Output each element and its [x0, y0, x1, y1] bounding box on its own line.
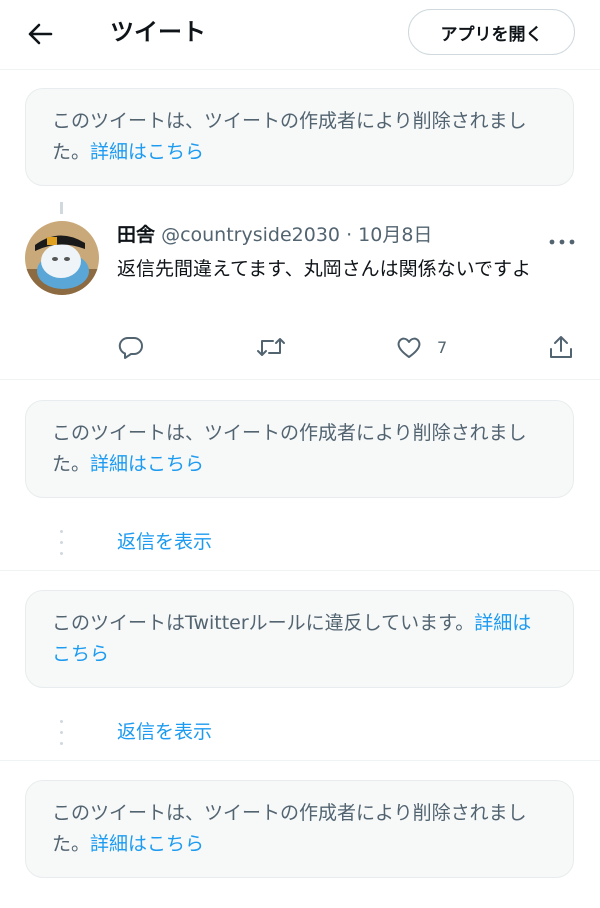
- thread-dots: [60, 720, 64, 750]
- deleted-tweet-notice: このツイートは、ツイートの作成者により削除されました。詳細はこちら: [25, 400, 574, 498]
- top-bar: ツイート アプリを開く: [0, 0, 600, 70]
- more-icon: [549, 239, 575, 245]
- show-replies-link[interactable]: 返信を表示: [117, 529, 212, 555]
- reply-icon: [118, 336, 143, 359]
- like-count: 7: [437, 337, 448, 357]
- back-button[interactable]: [24, 18, 56, 50]
- share-button[interactable]: [547, 332, 575, 362]
- show-replies-link[interactable]: 返信を表示: [117, 719, 212, 745]
- deleted-tweet-notice: このツイートは、ツイートの作成者により削除されました。詳細はこちら: [25, 88, 574, 186]
- rules-violation-notice: このツイートはTwitterルールに違反しています。詳細はこちら: [25, 590, 574, 688]
- like-button[interactable]: 7: [395, 332, 447, 362]
- more-options-button[interactable]: [548, 232, 576, 245]
- tweet-header: 田舎 @countryside2030 · 10月8日: [117, 222, 432, 248]
- learn-more-link[interactable]: 詳細はこちら: [90, 141, 204, 163]
- display-name[interactable]: 田舎: [117, 224, 155, 246]
- deleted-tweet-notice: このツイートは、ツイートの作成者により削除されました。詳細はこちら: [25, 780, 574, 878]
- learn-more-link[interactable]: 詳細はこちら: [90, 453, 204, 475]
- divider: [0, 760, 600, 761]
- share-icon: [550, 336, 572, 358]
- tweet-text: 返信先間違えてます、丸岡さんは関係ないですよ: [117, 258, 532, 280]
- divider: [0, 570, 600, 571]
- retweet-button[interactable]: [255, 332, 287, 362]
- separator-dot: ·: [346, 224, 353, 246]
- avatar[interactable]: [25, 221, 99, 295]
- open-app-button[interactable]: アプリを開く: [408, 9, 575, 55]
- reply-button[interactable]: [117, 332, 145, 362]
- avatar-image-icon: [25, 221, 99, 295]
- arrow-left-icon: [28, 23, 53, 45]
- notice-text: このツイートはTwitterルールに違反しています。: [52, 612, 475, 634]
- tweet-actions: 7: [0, 332, 600, 362]
- tweet[interactable]: 田舎 @countryside2030 · 10月8日 返信先間違えてます、丸岡…: [0, 210, 600, 380]
- learn-more-link[interactable]: 詳細はこちら: [90, 833, 204, 855]
- retweet-icon: [257, 338, 285, 356]
- tweet-date[interactable]: 10月8日: [358, 224, 432, 246]
- page-title: ツイート: [110, 18, 206, 46]
- thread-dots: [60, 530, 64, 560]
- heart-icon: [397, 337, 421, 358]
- user-handle[interactable]: @countryside2030: [161, 224, 340, 246]
